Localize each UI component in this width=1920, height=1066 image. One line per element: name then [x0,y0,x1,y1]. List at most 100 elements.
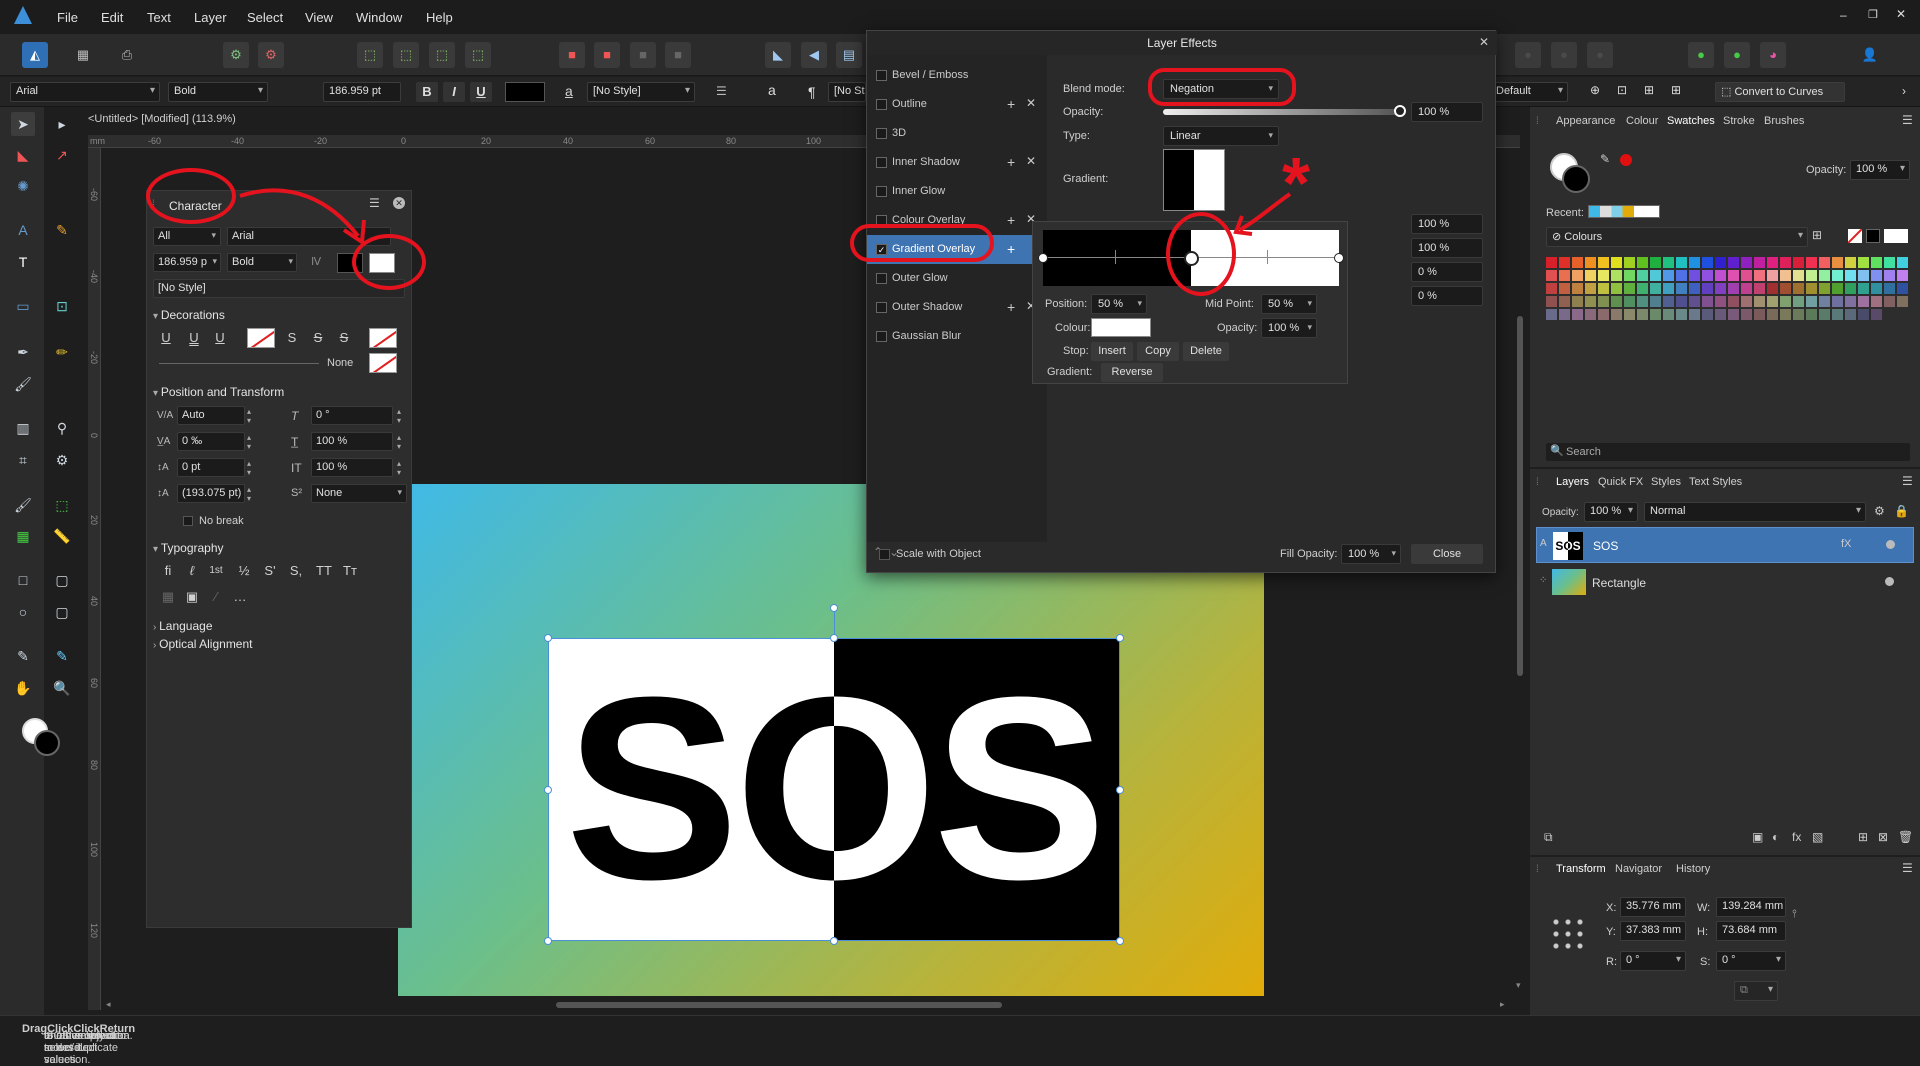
arrange-front-icon[interactable]: ■ [630,42,656,68]
colour-swatch[interactable] [1689,283,1700,294]
menu-help[interactable]: Help [426,10,453,25]
layer-fx-footer-icon[interactable]: fx [1792,830,1801,844]
colour-swatch[interactable] [1598,270,1609,281]
line-colour-swatch[interactable] [369,353,397,373]
fractions-icon[interactable]: ½ [233,561,255,581]
settings-icon[interactable]: ⚙ [223,42,249,68]
underline-button[interactable]: U [470,82,492,102]
side-value-4[interactable]: 0 % [1411,286,1483,306]
colour-swatch[interactable] [1676,296,1687,307]
colour-swatch[interactable] [1572,309,1583,320]
rotation-handle[interactable] [830,604,838,612]
layer-row-rectangle[interactable]: ⁘ Rectangle [1536,565,1914,601]
colour-swatch[interactable] [1767,309,1778,320]
corner-tool-icon[interactable]: ◣ [11,143,35,167]
small-caps-icon[interactable]: Tт [339,561,361,581]
move-tool-icon[interactable]: ➤ [11,112,35,136]
side-value-2[interactable]: 100 % [1411,238,1483,258]
resize-handle-r[interactable] [1116,786,1124,794]
scroll-right-icon[interactable]: ▸ [1500,999,1505,1010]
panel-menu-icon[interactable]: ☰ [1902,113,1913,127]
colour-swatch[interactable] [1728,257,1739,268]
colour-swatch[interactable] [1598,257,1609,268]
black-swatch[interactable] [1866,229,1880,243]
delete-layer-icon[interactable]: 🗑 [1898,830,1913,844]
effect-checkbox[interactable] [876,128,887,139]
colour-swatch[interactable] [1546,257,1557,268]
select-inverse-icon[interactable]: ⬚ [393,42,419,68]
swatch-fill-well[interactable] [1562,165,1590,193]
distribute-icon[interactable]: ⊞ [1644,83,1654,97]
lock-aspect-icon[interactable]: ⫯ [1792,908,1797,921]
colour-swatch[interactable] [1715,309,1726,320]
align-icon[interactable]: ☰ [716,84,727,98]
colour-swatch[interactable] [1780,283,1791,294]
leading-stepper[interactable]: ▴ ▾ [247,485,251,503]
colour-swatch[interactable] [1754,309,1765,320]
boolean-subtract-icon[interactable]: ● [1551,42,1577,68]
colour-swatch[interactable] [1546,296,1557,307]
colour-swatch[interactable] [1676,283,1687,294]
colour-swatch[interactable] [1611,257,1622,268]
vertical-scale-field[interactable]: 100 % [311,432,393,451]
no-break-checkbox[interactable] [183,516,193,526]
artistic-text-icon[interactable]: A [11,218,35,242]
kerning-field[interactable]: Auto [177,406,245,425]
colour-swatch[interactable] [1624,257,1635,268]
effect-checkbox[interactable] [876,186,887,197]
select-all-icon[interactable]: ⬚ [357,42,383,68]
position-field[interactable]: 50 % ▾ [1091,294,1147,314]
layer-lock-icon[interactable]: 🔒 [1894,504,1909,518]
colour-swatch[interactable] [1715,283,1726,294]
resize-handle-tr[interactable] [1116,634,1124,642]
colour-swatch[interactable] [1559,283,1570,294]
colour-swatch[interactable] [1806,283,1817,294]
transform-origin-icon[interactable]: ⊕ [1590,83,1600,97]
colour-swatch[interactable] [1832,283,1843,294]
menu-view[interactable]: View [305,10,333,25]
char-size-field[interactable]: 186.959 p ▾ [153,253,221,272]
panel-menu-icon[interactable]: ☰ [1902,861,1913,875]
shape-tool-icon[interactable]: ▢ [50,600,74,624]
colour-swatch[interactable] [1572,270,1583,281]
effect-outer-shadow[interactable]: Outer Shadow+✕ [867,293,1047,322]
colour-swatch[interactable] [1858,270,1869,281]
colour-swatch[interactable] [1845,309,1856,320]
add-effect-icon[interactable]: + [1007,154,1015,170]
colour-swatch[interactable] [1650,270,1661,281]
fill-stroke-wells-icon[interactable] [22,718,62,758]
tab-transform[interactable]: Transform [1556,863,1606,875]
colour-swatch[interactable] [1637,309,1648,320]
effect-checkbox[interactable] [876,70,887,81]
typography-header[interactable]: Typography [153,541,224,555]
group-icon[interactable]: ⊠ [1878,830,1888,844]
horizontal-scale-stepper[interactable]: ▴ ▾ [397,459,401,477]
baseline-stepper[interactable]: ▴ ▾ [247,459,251,477]
tab-colour[interactable]: Colour [1626,115,1658,127]
layer-visibility-icon[interactable] [1886,540,1895,549]
colour-swatch[interactable] [1637,257,1648,268]
window-close-icon[interactable]: ✕ [1896,7,1906,21]
colour-swatch[interactable] [1793,257,1804,268]
colour-swatch[interactable] [1598,283,1609,294]
decorations-header[interactable]: Decorations [153,308,225,322]
colour-swatch[interactable] [1663,309,1674,320]
colour-swatch[interactable] [1559,270,1570,281]
colour-swatch[interactable] [1780,257,1791,268]
colour-swatch[interactable] [1793,296,1804,307]
colour-swatch[interactable] [1819,296,1830,307]
palette-options-icon[interactable]: ⊞ [1812,228,1822,242]
white-swatch-2[interactable] [1898,229,1908,243]
colour-wheel-icon[interactable]: ◕ [1760,42,1786,68]
text-frame-glyph[interactable]: a [768,82,776,98]
colour-swatch[interactable] [1728,283,1739,294]
colour-swatch[interactable] [1598,309,1609,320]
menu-layer[interactable]: Layer [194,10,227,25]
tab-styles[interactable]: Styles [1651,476,1681,488]
colour-swatch[interactable] [1637,270,1648,281]
stop-opacity-field[interactable]: 100 % ▾ [1261,318,1317,338]
opacity-field[interactable]: 100 % [1411,102,1483,122]
tracking-stepper[interactable]: ▴ ▾ [247,433,251,451]
colour-swatch[interactable] [1754,257,1765,268]
colour-swatch[interactable] [1741,257,1752,268]
